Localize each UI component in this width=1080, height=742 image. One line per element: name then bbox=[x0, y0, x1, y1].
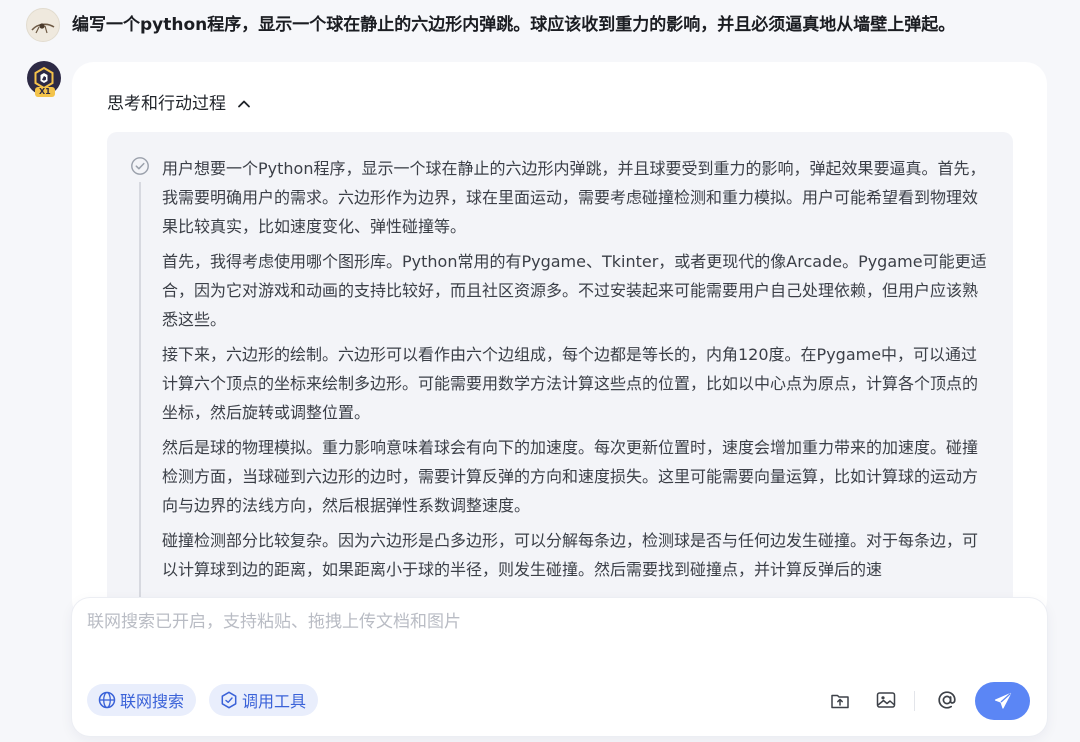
thinking-title: 思考和行动过程 bbox=[107, 94, 226, 114]
message-input[interactable] bbox=[87, 610, 1027, 666]
user-avatar[interactable] bbox=[26, 8, 60, 42]
thinking-divider-line bbox=[139, 182, 141, 622]
upload-file-button[interactable] bbox=[827, 687, 853, 713]
thinking-paragraph: 碰撞检测部分比较复杂。因为六边形是凸多边形，可以分解每条边，检测球是否与任何边发… bbox=[162, 531, 979, 579]
send-button[interactable] bbox=[975, 682, 1030, 720]
thinking-paragraph: 然后是球的物理模拟。重力影响意味着球会有向下的加速度。每次更新位置时，速度会增加… bbox=[162, 438, 979, 515]
user-message-text: 编写一个python程序，显示一个球在静止的六边形内弹跳。球应该收到重力的影响，… bbox=[72, 15, 956, 35]
mention-button[interactable] bbox=[934, 687, 960, 713]
check-circle-icon bbox=[131, 157, 149, 175]
thinking-paragraph: 接下来，六边形的绘制。六边形可以看作由六个边组成，每个边都是等长的，内角120度… bbox=[162, 345, 979, 422]
thinking-text: 用户想要一个Python程序，显示一个球在静止的六边形内弹跳，并且球要受到重力的… bbox=[162, 154, 990, 590]
image-icon bbox=[876, 692, 896, 708]
globe-icon bbox=[98, 691, 116, 709]
user-avatar-image bbox=[31, 23, 55, 34]
chevron-up-icon bbox=[238, 100, 250, 108]
upload-icon bbox=[831, 694, 849, 709]
thinking-paragraph: 用户想要一个Python程序，显示一个球在静止的六边形内弹跳，并且球要受到重力的… bbox=[162, 159, 986, 236]
thinking-paragraph: 首先，我得考虑使用哪个图形库。Python常用的有Pygame、Tkinter，… bbox=[162, 252, 987, 329]
upload-image-button[interactable] bbox=[873, 687, 899, 713]
call-tools-label: 调用工具 bbox=[242, 692, 307, 711]
send-icon bbox=[994, 692, 1011, 709]
assistant-badge: X1 bbox=[35, 87, 55, 97]
message-composer: 联网搜索 调用工具 bbox=[72, 598, 1047, 736]
call-tools-button[interactable]: 调用工具 bbox=[209, 684, 319, 716]
user-message-row: 编写一个python程序，显示一个球在静止的六边形内弹跳。球应该收到重力的影响，… bbox=[26, 8, 1066, 42]
at-icon bbox=[938, 691, 956, 709]
thinking-panel: 用户想要一个Python程序，显示一个球在静止的六边形内弹跳，并且球要受到重力的… bbox=[107, 132, 1013, 622]
tool-icon bbox=[221, 691, 237, 709]
web-search-toggle[interactable]: 联网搜索 bbox=[87, 684, 197, 716]
toolbar-divider bbox=[914, 691, 915, 711]
web-search-label: 联网搜索 bbox=[120, 692, 185, 711]
assistant-response-card: 思考和行动过程 用户想要一个Python程序，显示一个球在静止的六边形内弹跳，并… bbox=[72, 62, 1047, 622]
thinking-toggle[interactable]: 思考和行动过程 bbox=[107, 92, 252, 116]
